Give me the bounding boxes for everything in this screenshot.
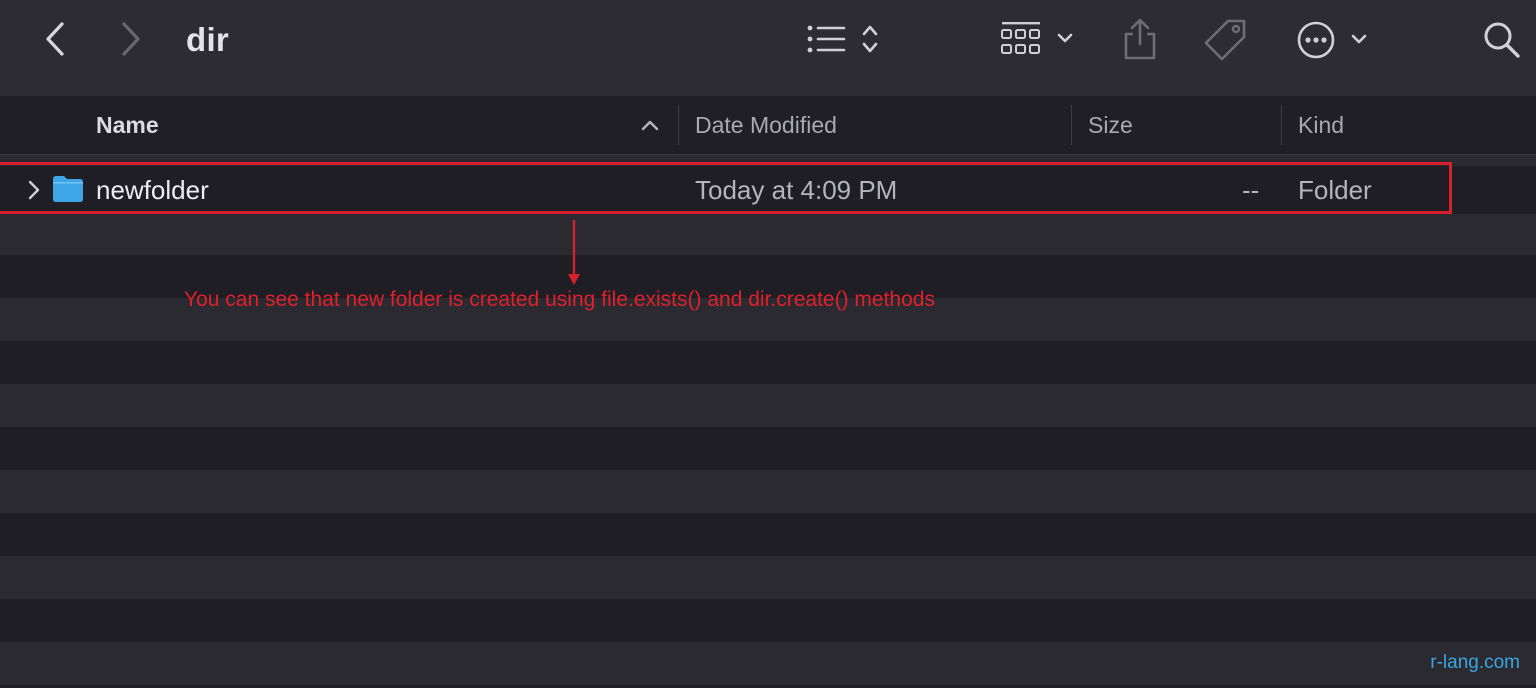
sort-ascending-icon[interactable] bbox=[640, 118, 660, 132]
column-header: Name Date Modified Size Kind bbox=[0, 96, 1536, 155]
column-divider[interactable] bbox=[678, 105, 679, 145]
back-button[interactable] bbox=[36, 20, 74, 58]
grid-group-icon bbox=[1001, 22, 1073, 54]
search-button[interactable] bbox=[1480, 18, 1524, 62]
column-name[interactable]: Name bbox=[96, 96, 159, 154]
file-name[interactable]: newfolder bbox=[96, 166, 209, 214]
group-button[interactable] bbox=[998, 18, 1078, 60]
column-date-modified[interactable]: Date Modified bbox=[695, 96, 837, 154]
window-title: dir bbox=[186, 21, 230, 58]
column-divider[interactable] bbox=[1281, 105, 1282, 145]
file-list bbox=[0, 155, 1536, 688]
empty-row bbox=[0, 212, 1536, 255]
empty-row bbox=[0, 556, 1536, 599]
watermark: r-lang.com bbox=[1430, 652, 1520, 673]
more-actions-button[interactable] bbox=[1294, 18, 1374, 62]
empty-row bbox=[0, 470, 1536, 513]
ellipsis-circle-icon bbox=[1297, 21, 1367, 59]
search-icon bbox=[1484, 22, 1520, 58]
column-kind[interactable]: Kind bbox=[1298, 96, 1344, 154]
table-row[interactable]: newfolder Today at 4:09 PM -- Folder bbox=[0, 166, 1536, 214]
list-view-icon bbox=[807, 25, 878, 53]
file-date-modified: Today at 4:09 PM bbox=[695, 175, 898, 205]
empty-row bbox=[0, 155, 1536, 166]
empty-row bbox=[0, 384, 1536, 427]
forward-button[interactable] bbox=[112, 20, 150, 58]
disclosure-chevron-icon[interactable] bbox=[26, 179, 42, 201]
view-options-button[interactable] bbox=[804, 20, 884, 58]
toolbar: dir bbox=[0, 0, 1536, 97]
tag-icon bbox=[1204, 19, 1246, 61]
annotation-text: You can see that new folder is created u… bbox=[184, 288, 935, 311]
empty-row bbox=[0, 642, 1536, 685]
tag-button[interactable] bbox=[1202, 16, 1250, 64]
annotation-arrow-icon bbox=[568, 220, 580, 285]
folder-icon bbox=[53, 176, 83, 202]
column-divider[interactable] bbox=[1071, 105, 1072, 145]
share-icon bbox=[1124, 18, 1156, 60]
chevron-right-icon bbox=[122, 22, 140, 56]
column-size[interactable]: Size bbox=[1088, 96, 1133, 154]
file-kind: Folder bbox=[1298, 175, 1372, 205]
file-size: -- bbox=[1242, 175, 1260, 205]
chevron-left-icon bbox=[46, 22, 64, 56]
share-button[interactable] bbox=[1118, 16, 1162, 62]
